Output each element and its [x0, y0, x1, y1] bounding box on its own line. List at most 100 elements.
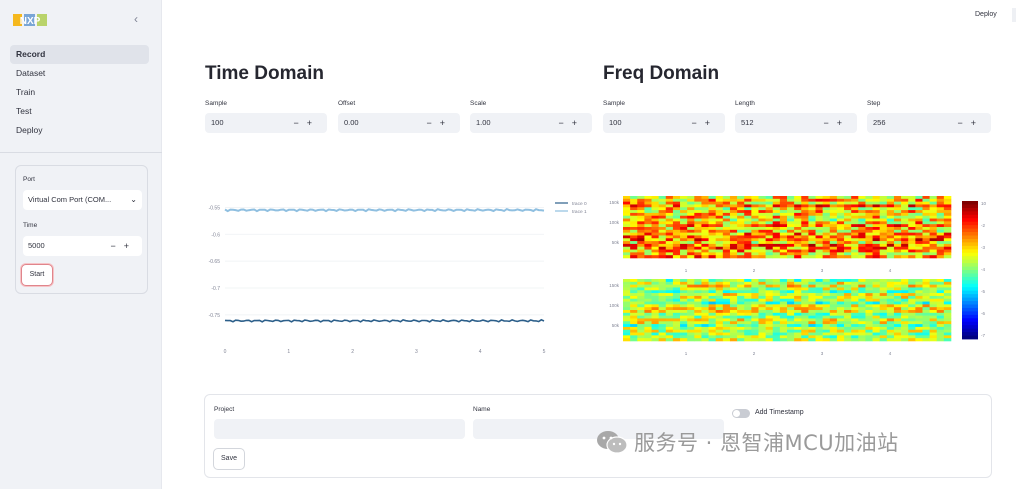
heatmap-cell — [915, 221, 923, 225]
heatmap-cell — [701, 318, 709, 322]
td-scale-increment-button[interactable]: + — [572, 118, 585, 128]
heatmap-cell — [744, 224, 752, 228]
heatmap-cell — [908, 229, 916, 233]
heatmap-cell — [915, 218, 923, 222]
time-decrement-button[interactable]: − — [110, 241, 123, 251]
heatmap-cell — [844, 326, 852, 331]
heatmap-cell — [872, 232, 880, 236]
heatmap-cell — [836, 218, 845, 222]
td-scale-decrement-button[interactable]: − — [558, 118, 571, 128]
heatmap-cell — [808, 249, 816, 253]
heatmap-cell — [915, 298, 923, 302]
heatmap-cell — [694, 304, 702, 308]
heatmap-cell — [787, 198, 795, 202]
main-menu-icon[interactable] — [1012, 8, 1016, 22]
heatmap-cell — [694, 210, 702, 214]
td-offset-decrement-button[interactable]: − — [426, 118, 439, 128]
nav-item-record[interactable]: Record — [10, 45, 149, 64]
heatmap-cell — [779, 301, 788, 305]
heatmap-cell — [886, 201, 895, 205]
heatmap-cell — [829, 252, 838, 256]
heatmap-cell — [794, 196, 802, 200]
td-offset-value: 0.00 — [344, 118, 359, 127]
fd-sample-input[interactable]: 100 −+ — [603, 113, 725, 133]
fd-step-decrement-button[interactable]: − — [957, 118, 970, 128]
save-button[interactable]: Save — [213, 448, 245, 470]
fd-step-input[interactable]: 256 −+ — [867, 113, 991, 133]
heatmap-cell — [772, 312, 781, 316]
add-timestamp-toggle[interactable] — [732, 409, 750, 418]
time-increment-button[interactable]: + — [124, 241, 137, 251]
heatmap-cell — [886, 301, 895, 305]
fd-sample-decrement-button[interactable]: − — [691, 118, 704, 128]
heatmap-cell — [623, 224, 631, 228]
td-sample-increment-button[interactable]: + — [307, 118, 320, 128]
heatmap-cell — [694, 293, 702, 297]
td-scale-input[interactable]: 1.00 −+ — [470, 113, 592, 133]
heatmap-cell — [815, 243, 823, 248]
heatmap-cell — [665, 229, 674, 233]
heatmap-cell — [637, 329, 645, 333]
fd-length-decrement-button[interactable]: − — [823, 118, 836, 128]
heatmap-cell — [886, 304, 895, 308]
heatmap-cell — [844, 304, 852, 308]
td-sample-decrement-button[interactable]: − — [293, 118, 306, 128]
fd-sample-increment-button[interactable]: + — [705, 118, 718, 128]
heatmap-cell — [744, 252, 752, 256]
td-sample-input[interactable]: 100 −+ — [205, 113, 327, 133]
start-button[interactable]: Start — [21, 264, 53, 286]
heatmap-cell — [943, 304, 952, 308]
nav-item-test[interactable]: Test — [10, 102, 149, 121]
heatmap-cell — [794, 329, 802, 333]
heatmap-cell — [872, 229, 880, 233]
td-offset-input[interactable]: 0.00 −+ — [338, 113, 460, 133]
heatmap-cell — [872, 235, 880, 239]
heatmap-cell — [737, 235, 745, 239]
heatmap-cell — [644, 252, 652, 256]
heatmap-cell — [665, 279, 674, 283]
heatmap-cell — [908, 332, 916, 336]
heatmap-cell — [722, 284, 731, 288]
heatmap-cell — [630, 232, 638, 236]
fd-length-increment-button[interactable]: + — [837, 118, 850, 128]
deploy-button[interactable]: Deploy — [975, 11, 997, 18]
heatmap-cell — [744, 215, 752, 219]
heatmap-cell — [943, 238, 952, 242]
heatmap-cell — [815, 246, 823, 250]
heatmap-cell — [658, 321, 667, 325]
heatmap-cell — [779, 229, 788, 233]
heatmap-cell — [765, 295, 774, 300]
heatmap-cell — [765, 321, 774, 325]
heatmap-cell — [901, 196, 909, 200]
port-select[interactable]: Virtual Com Port (COM... ⌄ — [23, 190, 142, 210]
heatmap-cell — [879, 324, 888, 328]
heatmap-cell — [680, 279, 688, 283]
collapse-sidebar-icon[interactable]: ‹ — [134, 12, 138, 26]
project-input[interactable] — [214, 419, 465, 439]
heatmap-cell — [893, 321, 902, 325]
td-offset-increment-button[interactable]: + — [440, 118, 453, 128]
heatmap-cell — [801, 204, 809, 208]
heatmap-cell — [644, 287, 652, 291]
heatmap-cell — [844, 196, 852, 200]
heatmap-cell — [751, 318, 759, 322]
nav-item-deploy[interactable]: Deploy — [10, 121, 149, 140]
heatmap-cell — [751, 332, 759, 336]
heatmap-cell — [822, 238, 831, 242]
heatmap-cell — [844, 204, 852, 208]
fd-step-label: Step — [867, 100, 881, 107]
fd-length-input[interactable]: 512 −+ — [735, 113, 857, 133]
nav-item-dataset[interactable]: Dataset — [10, 64, 149, 83]
time-input[interactable]: 5000 −+ — [23, 236, 142, 256]
heatmap-cell — [794, 252, 802, 256]
heatmap-cell — [765, 221, 774, 225]
nav-item-train[interactable]: Train — [10, 83, 149, 102]
heatmap-cell — [701, 324, 709, 328]
fd-step-increment-button[interactable]: + — [971, 118, 984, 128]
heatmap-cell — [765, 312, 774, 316]
heatmap-cell — [644, 198, 652, 202]
heatmap-cell — [630, 246, 638, 250]
heatmap-cell — [772, 293, 781, 297]
heatmap-cell — [623, 227, 631, 231]
heatmap-cell — [822, 215, 831, 219]
